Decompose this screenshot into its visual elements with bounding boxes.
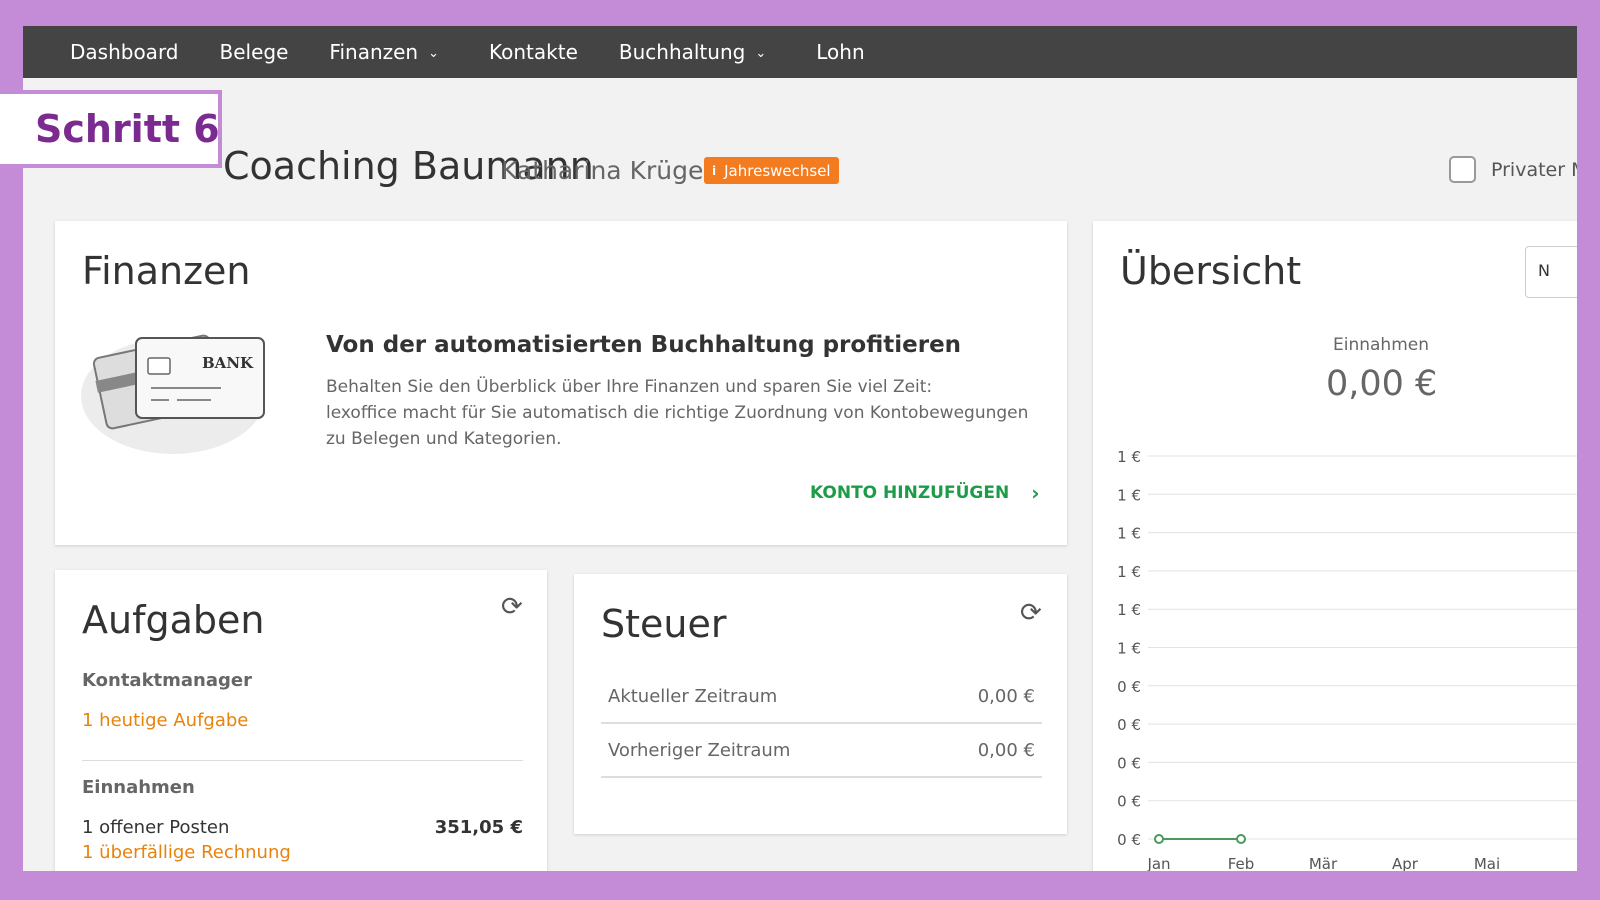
x-tick-label: Jan (1146, 855, 1170, 871)
nav-label: Dashboard (70, 40, 179, 64)
text-line: zu Belegen und Kategorien. (326, 429, 562, 449)
top-navigation: Dashboard Belege Finanzen ⌄ Kontakte Buch… (23, 26, 1577, 78)
text-line: lexoffice macht für Sie automatisch die … (326, 403, 1029, 423)
card-title: Finanzen (82, 249, 251, 293)
tax-row-value: 0,00 € (977, 685, 1035, 707)
chevron-right-icon: › (1031, 481, 1040, 505)
nav-label: Buchhaltung (618, 40, 746, 64)
nav-item-finanzen[interactable]: Finanzen ⌄ (329, 40, 439, 64)
nav-label: Belege (219, 40, 289, 64)
bank-card-illustration: BANK (81, 334, 265, 454)
person-name: Katharina Krüger (501, 156, 714, 185)
income-value: 0,00 € (1326, 364, 1438, 404)
data-point (1154, 834, 1164, 844)
app-frame: Dashboard Belege Finanzen ⌄ Kontakte Buch… (23, 26, 1577, 871)
data-point (1236, 834, 1246, 844)
x-tick-label: Mär (1309, 855, 1338, 871)
badge-label: Jahreswechsel (724, 161, 831, 180)
overdue-invoice-link[interactable]: 1 überfällige Rechnung (82, 842, 291, 863)
y-tick-label: 1 € (1117, 563, 1141, 581)
x-tick-label: Apr (1392, 855, 1419, 871)
divider (82, 760, 523, 761)
tax-row-value: 0,00 € (977, 739, 1035, 761)
aufgaben-card: Aufgaben ⟳ Kontaktmanager 1 heutige Aufg… (55, 570, 547, 871)
open-items-amount: 351,05 € (434, 817, 523, 838)
nav-item-buchhaltung[interactable]: Buchhaltung ⌄ (619, 40, 766, 64)
y-tick-label: 0 € (1117, 831, 1141, 849)
x-tick-label: Mai (1474, 855, 1500, 871)
steuer-card: Steuer ⟳ Aktueller Zeitraum 0,00 € Vorhe… (574, 574, 1067, 834)
add-account-label: KONTO HINZUFÜGEN (810, 483, 1010, 503)
year-change-badge[interactable]: i Jahreswechsel (704, 157, 839, 184)
y-tick-label: 1 € (1117, 601, 1141, 619)
chevron-down-icon: ⌄ (755, 45, 767, 61)
refresh-icon[interactable]: ⟳ (1020, 598, 1042, 628)
y-tick-label: 1 € (1117, 448, 1141, 466)
private-label: Privater M (1491, 158, 1577, 181)
period-select-button[interactable]: N (1525, 246, 1577, 298)
info-icon: i (712, 163, 717, 178)
card-title: Aufgaben (82, 598, 265, 642)
y-tick-label: 1 € (1117, 525, 1141, 543)
tax-row-label: Vorheriger Zeitraum (608, 739, 791, 761)
tax-row-previous[interactable]: Vorheriger Zeitraum 0,00 € (601, 724, 1042, 778)
step-overlay: Schritt 6 (0, 90, 222, 168)
text-line: Behalten Sie den Überblick über Ihre Fin… (326, 377, 933, 397)
nav-item-kontakte[interactable]: Kontakte (489, 40, 578, 64)
card-title: Steuer (601, 602, 727, 646)
section-kontaktmanager: Kontaktmanager (82, 670, 252, 691)
y-tick-label: 0 € (1117, 793, 1141, 811)
step-label: Schritt 6 (35, 107, 220, 151)
x-tick-label: Feb (1228, 855, 1255, 871)
finanzen-headline: Von der automatisierten Buchhaltung prof… (326, 332, 962, 358)
refresh-icon[interactable]: ⟳ (501, 592, 523, 622)
y-tick-label: 1 € (1117, 640, 1141, 658)
task-today-link[interactable]: 1 heutige Aufgabe (82, 710, 248, 731)
nav-label: Finanzen (329, 40, 419, 64)
chevron-down-icon: ⌄ (428, 45, 440, 61)
finanzen-card: Finanzen BANK Von der automatisierten Bu… (55, 221, 1067, 545)
card-title: Übersicht (1120, 249, 1302, 293)
y-tick-label: 0 € (1117, 754, 1141, 772)
private-checkbox[interactable] (1449, 156, 1476, 183)
y-tick-label: 0 € (1117, 716, 1141, 734)
finanzen-description: Behalten Sie den Überblick über Ihre Fin… (326, 374, 1056, 452)
page-header: Coaching Baumann Katharina Krüger i Jahr… (23, 116, 1577, 188)
tax-row-current[interactable]: Aktueller Zeitraum 0,00 € (601, 670, 1042, 724)
add-account-link[interactable]: KONTO HINZUFÜGEN › (810, 481, 1039, 505)
nav-label: Lohn (816, 40, 865, 64)
private-toggle[interactable]: Privater M (1449, 156, 1577, 183)
y-tick-label: 0 € (1117, 678, 1141, 696)
uebersicht-card: Übersicht N Einnahmen 0,00 € 1 €1 €1 €1 … (1093, 221, 1577, 871)
open-items-label: 1 offener Posten (82, 817, 230, 838)
nav-item-belege[interactable]: Belege (220, 40, 289, 64)
nav-item-lohn[interactable]: Lohn (816, 40, 864, 64)
income-chart: 1 € 1 € 1 € 1 € 1 € 1 € 0 € 0 € 0 € 0 € 0 € Jan Feb M… (1117, 448, 1577, 871)
bank-label: BANK (202, 354, 254, 372)
open-items-row[interactable]: 1 offener Posten 351,05 € (82, 817, 523, 838)
tax-row-label: Aktueller Zeitraum (608, 685, 778, 707)
nav-item-dashboard[interactable]: Dashboard (70, 40, 179, 64)
y-tick-label: 1 € (1117, 486, 1141, 504)
nav-label: Kontakte (489, 40, 578, 64)
income-label: Einnahmen (1333, 335, 1429, 355)
section-einnahmen: Einnahmen (82, 777, 195, 798)
